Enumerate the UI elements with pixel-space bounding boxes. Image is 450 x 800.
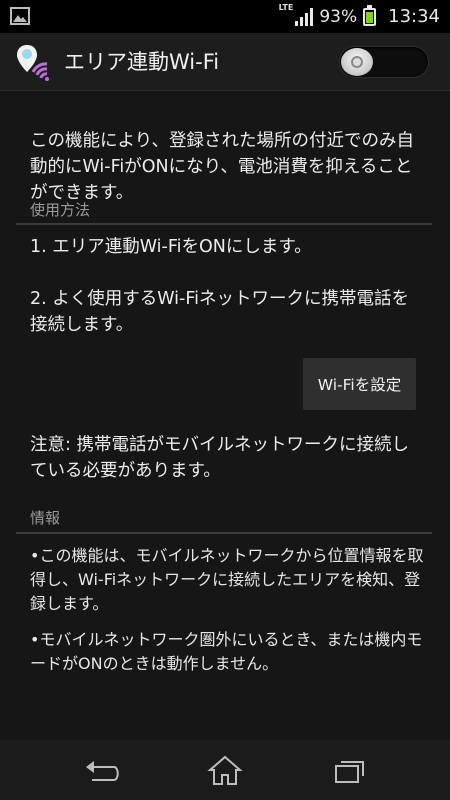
wifi-location-icon bbox=[13, 42, 55, 86]
page-title: エリア連動Wi-Fi bbox=[64, 50, 220, 74]
navigation-bar bbox=[0, 740, 450, 800]
status-bar: LTE 93% 13:34 bbox=[0, 0, 450, 33]
header: エリア連動Wi-Fi bbox=[0, 33, 450, 90]
info-bullet-2: •モバイルネットワーク圏外にいるとき、または機内モードがONのときは動作しません… bbox=[30, 630, 423, 673]
usage-step-1: 1. エリア連動Wi-FiをONにします。 bbox=[30, 237, 312, 257]
area-wifi-toggle[interactable] bbox=[340, 47, 428, 77]
image-notification-icon bbox=[10, 7, 30, 29]
usage-step-2: 2. よく使用するWi-Fiネットワークに携帯電話を接続します。 bbox=[30, 289, 410, 335]
status-icons: LTE 93% 13:34 bbox=[279, 0, 440, 33]
signal-icon bbox=[295, 7, 314, 26]
clock: 13:34 bbox=[388, 6, 440, 27]
header-divider bbox=[0, 90, 450, 91]
info-bullet-1: •この機能は、モバイルネットワークから位置情報を取得し、Wi-Fiネットワークに… bbox=[30, 546, 424, 613]
network-type: LTE bbox=[278, 3, 294, 12]
battery-icon bbox=[363, 4, 377, 26]
intro-text: この機能により、登録された場所の付近でのみ自動的にWi-FiがONになり、電池消… bbox=[30, 131, 414, 203]
screen: LTE 93% 13:34 エリア連動Wi-Fi この機能により、登録された場所… bbox=[0, 0, 450, 800]
section-divider bbox=[16, 223, 432, 225]
usage-note: 注意: 携帯電話がモバイルネットワークに接続している必要があります。 bbox=[30, 435, 409, 481]
back-icon[interactable] bbox=[82, 754, 122, 788]
section-heading-usage: 使用方法 bbox=[30, 201, 91, 219]
recent-apps-icon[interactable] bbox=[330, 754, 370, 788]
toggle-knob[interactable] bbox=[341, 48, 373, 76]
wifi-settings-button[interactable]: Wi-Fiを設定 bbox=[303, 358, 416, 410]
home-icon[interactable] bbox=[205, 754, 245, 788]
battery-percent: 93% bbox=[319, 6, 358, 27]
section-divider bbox=[16, 532, 432, 534]
battery-level bbox=[366, 11, 374, 23]
section-heading-info: 情報 bbox=[30, 509, 61, 527]
